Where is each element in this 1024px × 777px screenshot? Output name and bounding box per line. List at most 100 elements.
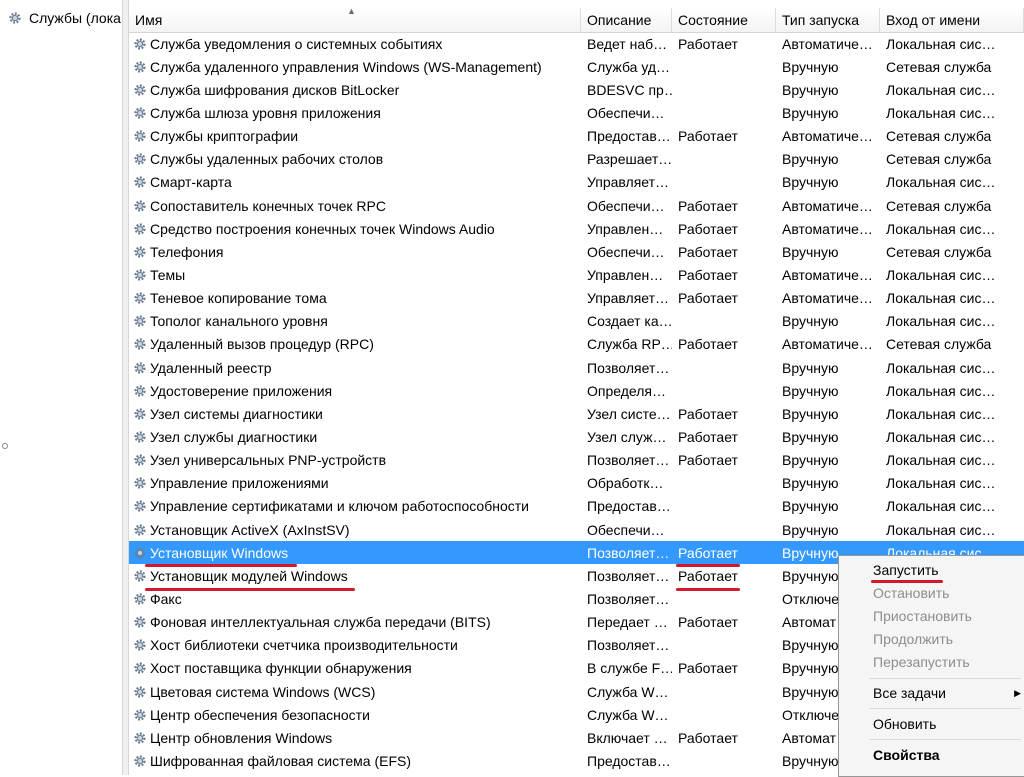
- service-name: Цветовая система Windows (WCS): [150, 683, 376, 700]
- splitter-handle[interactable]: [2, 443, 8, 449]
- menu-item-start[interactable]: Запустить: [873, 559, 939, 581]
- service-state: Работает: [678, 567, 738, 584]
- service-name: Установщик модулей Windows: [150, 567, 348, 584]
- service-logon: Локальная сис…: [886, 359, 996, 376]
- menu-item-all-tasks[interactable]: Все задачи: [873, 682, 946, 704]
- column-header-state[interactable]: Состояние: [672, 8, 776, 32]
- service-description: В службе F…: [587, 660, 672, 677]
- annotation-underline-module-installer: [145, 588, 355, 591]
- table-row[interactable]: Служба шлюза уровня приложения Обеспечи… В…: [129, 101, 1024, 124]
- service-logon: Локальная сис…: [886, 220, 996, 237]
- services-gear-icon: [9, 12, 21, 24]
- table-row[interactable]: Управление приложениями Обработк… Вручную Л…: [129, 472, 1024, 495]
- service-name: Средство построения конечных точек Windo…: [150, 220, 495, 237]
- service-name: Центр обеспечения безопасности: [150, 706, 370, 723]
- service-description: Позволяет…: [587, 590, 670, 607]
- service-description: Обеспечи…: [587, 243, 665, 260]
- service-gear-icon: [134, 361, 146, 374]
- menu-separator: [869, 678, 1021, 679]
- service-gear-icon: [134, 315, 146, 327]
- service-name: Служба шлюза уровня приложения: [150, 104, 381, 121]
- service-gear-icon: [134, 408, 146, 420]
- service-name-cell: Удостоверение приложения: [129, 383, 581, 399]
- table-row[interactable]: Установщик ActiveX (AxInstSV) Обеспечи… Вр…: [129, 518, 1024, 541]
- service-description: Узел служ…: [587, 428, 667, 445]
- service-startup-type: Вручную: [782, 359, 839, 376]
- service-name-cell: Узел системы диагностики: [129, 406, 581, 422]
- service-state: Работает: [678, 220, 738, 237]
- service-name-cell: Центр обеспечения безопасности: [129, 707, 581, 723]
- table-row[interactable]: Узел системы диагностики Узел систе… Работ…: [129, 402, 1024, 425]
- service-name-cell: Средство построения конечных точек Windo…: [129, 221, 581, 237]
- service-description: Предостав…: [587, 752, 671, 769]
- service-logon: Локальная сис…: [886, 521, 996, 538]
- service-startup-type: Вручную: [782, 405, 839, 422]
- table-row[interactable]: Тополог канального уровня Создает ка… Вруч…: [129, 310, 1024, 333]
- service-description: Позволяет…: [587, 544, 670, 561]
- service-name-cell: Службы удаленных рабочих столов: [129, 151, 581, 167]
- tree-item-label: Службы (лока: [29, 10, 121, 26]
- tree-item-services[interactable]: Службы (лока: [8, 8, 122, 28]
- service-description: Ведет наб…: [587, 35, 668, 52]
- service-name-cell: Фоновая интеллектуальная служба передачи…: [129, 614, 581, 630]
- service-name-cell: Удаленный реестр: [129, 360, 581, 376]
- service-logon: Локальная сис…: [886, 81, 996, 98]
- table-row[interactable]: Служба уведомления о системных событиях В…: [129, 32, 1024, 55]
- table-row[interactable]: Узел службы диагностики Узел служ… Работае…: [129, 425, 1024, 448]
- service-logon: Сетевая служба: [886, 197, 992, 214]
- service-state: Работает: [678, 544, 738, 561]
- service-gear-icon: [134, 153, 146, 165]
- table-row[interactable]: Служба удаленного управления Windows (WS…: [129, 55, 1024, 78]
- service-name: Хост поставщика функции обнаружения: [150, 660, 412, 677]
- column-header-startup-type[interactable]: Тип запуска: [776, 8, 880, 32]
- table-row[interactable]: Удаленный реестр Позволяет… Вручную Локальн…: [129, 356, 1024, 379]
- column-header-name[interactable]: Имя ▲: [129, 8, 581, 32]
- service-state: Работает: [678, 243, 738, 260]
- annotation-underline-state-2: [676, 588, 740, 591]
- table-row[interactable]: Средство построения конечных точек Windo…: [129, 217, 1024, 240]
- service-name-cell: Смарт-карта: [129, 174, 581, 190]
- service-name-cell: Сопоставитель конечных точек RPC: [129, 198, 581, 214]
- service-logon: Сетевая служба: [886, 151, 992, 168]
- service-state: Работает: [678, 197, 738, 214]
- service-description: Обеспечи…: [587, 104, 665, 121]
- service-gear-icon: [134, 755, 146, 767]
- menu-separator: [869, 739, 1021, 740]
- service-state: Работает: [678, 35, 738, 52]
- service-logon: Локальная сис…: [886, 475, 996, 492]
- service-startup-type: Вручную: [782, 428, 839, 445]
- service-name-cell: Установщик ActiveX (AxInstSV): [129, 522, 581, 538]
- service-name: Темы: [150, 266, 186, 283]
- table-row[interactable]: Теневое копирование тома Управляет… Работа…: [129, 287, 1024, 310]
- service-logon: Сетевая служба: [886, 58, 992, 75]
- service-name-cell: Тополог канального уровня: [129, 313, 581, 329]
- service-name: Узел службы диагностики: [150, 428, 318, 445]
- table-row[interactable]: Удостоверение приложения Определя… Вручную…: [129, 379, 1024, 402]
- table-row[interactable]: Удаленный вызов процедур (RPC) Служба RP……: [129, 333, 1024, 356]
- table-row[interactable]: Службы удаленных рабочих столов Разрешает…: [129, 148, 1024, 171]
- service-startup-type: Автоматиче…: [782, 35, 873, 52]
- table-row[interactable]: Смарт-карта Управляет… Вручную Локальная си…: [129, 171, 1024, 194]
- table-row[interactable]: Служба шифрования дисков BitLocker BDESVC…: [129, 78, 1024, 101]
- service-gear-icon: [134, 176, 146, 189]
- service-gear-icon: [134, 37, 146, 50]
- service-state: Работает: [678, 128, 738, 145]
- menu-item-properties[interactable]: Свойства: [873, 744, 940, 766]
- table-row[interactable]: Темы Управлен… Работает Автоматиче… Локальна…: [129, 263, 1024, 286]
- service-name: Службы удаленных рабочих столов: [150, 151, 384, 168]
- sort-up-icon: ▲: [347, 8, 356, 16]
- service-startup-type: Автоматиче…: [782, 290, 873, 307]
- column-header-logon[interactable]: Вход от имени: [880, 8, 1024, 32]
- table-row[interactable]: Службы криптографии Предостав… Работает Авт…: [129, 125, 1024, 148]
- table-row[interactable]: Узел универсальных PNP-устройств Позволяе…: [129, 449, 1024, 472]
- service-startup-type: Вручную: [782, 452, 839, 469]
- column-header-description[interactable]: Описание: [581, 8, 672, 32]
- menu-item-refresh[interactable]: Обновить: [873, 713, 936, 735]
- service-gear-icon: [134, 269, 146, 281]
- table-row[interactable]: Управление сертификатами и ключом работо…: [129, 495, 1024, 518]
- service-name: Установщик ActiveX (AxInstSV): [150, 521, 350, 538]
- service-gear-icon: [134, 61, 146, 73]
- service-description: BDESVC пр…: [587, 81, 672, 98]
- table-row[interactable]: Телефония Обеспечи… Работает Вручную Сетевая…: [129, 240, 1024, 263]
- table-row[interactable]: Сопоставитель конечных точек RPC Обеспечи…: [129, 194, 1024, 217]
